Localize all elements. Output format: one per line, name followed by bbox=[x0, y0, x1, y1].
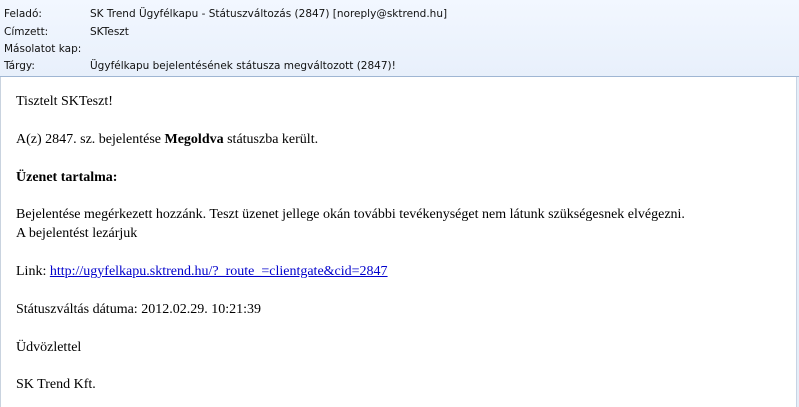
status-prefix: A(z) 2847. sz. bejelentése bbox=[16, 132, 165, 147]
link-line: Link: http://ugyfelkapu.sktrend.hu/?_rou… bbox=[16, 263, 388, 281]
status-link[interactable]: http://ugyfelkapu.sktrend.hu/?_route_=cl… bbox=[50, 264, 388, 279]
date-line: Státuszváltás dátuma: 2012.02.29. 10:21:… bbox=[16, 302, 261, 317]
subject-row: Tárgy: Ügyfélkapu bejelentésének státusz… bbox=[0, 58, 799, 75]
message-heading-text: Üzenet tartalma: bbox=[16, 170, 118, 185]
link-label: Link: bbox=[16, 264, 50, 279]
message-heading: Üzenet tartalma: bbox=[16, 169, 117, 187]
closing: Üdvözlettel bbox=[16, 340, 82, 355]
subject-value: Ügyfélkapu bejelentésének státusza megvá… bbox=[90, 60, 396, 72]
email-window: Feladó: SK Trend Ügyfélkapu - Státuszvál… bbox=[0, 0, 799, 407]
cc-row: Másolatot kap: bbox=[0, 41, 799, 58]
to-value[interactable]: SKTeszt bbox=[90, 24, 129, 41]
subject-label: Tárgy: bbox=[4, 60, 35, 72]
cc-label: Másolatot kap: bbox=[4, 43, 82, 55]
status-line: A(z) 2847. sz. bejelentése Megoldva stát… bbox=[16, 131, 318, 149]
from-row: Feladó: SK Trend Ügyfélkapu - Státuszvál… bbox=[0, 6, 799, 23]
to-row: Címzett: SKTeszt bbox=[0, 24, 799, 41]
to-label: Címzett: bbox=[4, 26, 49, 38]
from-value[interactable]: SK Trend Ügyfélkapu - Státuszváltozás (2… bbox=[90, 6, 447, 23]
signature: SK Trend Kft. bbox=[16, 377, 96, 392]
message-body: Tisztelt SKTeszt! A(z) 2847. sz. bejelen… bbox=[0, 77, 799, 407]
from-label: Feladó: bbox=[4, 8, 42, 20]
message-line-2: A bejelentést lezárjuk bbox=[16, 226, 138, 241]
status-suffix: státuszba került. bbox=[223, 132, 319, 147]
message-line-1: Bejelentése megérkezett hozzánk. Teszt ü… bbox=[16, 207, 685, 222]
email-header: Feladó: SK Trend Ügyfélkapu - Státuszvál… bbox=[0, 0, 799, 77]
greeting: Tisztelt SKTeszt! bbox=[16, 94, 113, 109]
status-word: Megoldva bbox=[164, 132, 224, 147]
